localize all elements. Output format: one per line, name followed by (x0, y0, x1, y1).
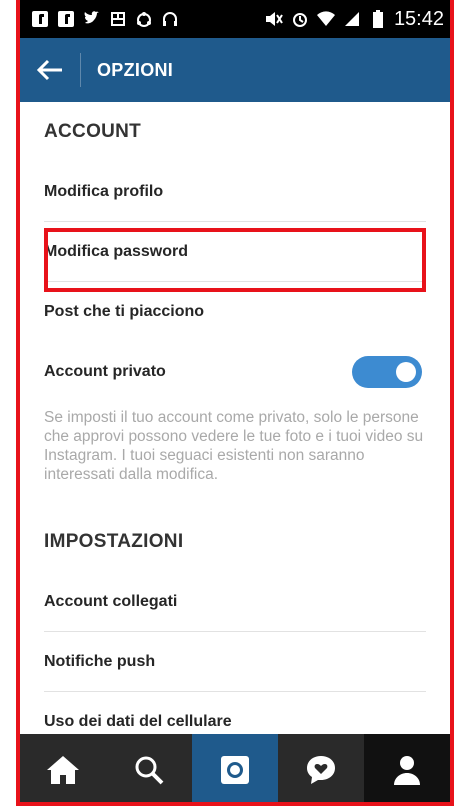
signal-icon (342, 9, 362, 29)
bottom-tab-bar (20, 734, 450, 802)
facebook-icon (56, 9, 76, 29)
section-header-account: ACCOUNT (44, 121, 142, 142)
back-button[interactable] (20, 38, 80, 102)
headphones-icon (160, 9, 180, 29)
toggle-knob (396, 362, 416, 382)
tab-profile[interactable] (364, 734, 450, 802)
twitter-icon (82, 9, 102, 29)
private-account-toggle[interactable] (352, 356, 422, 388)
activity-icon (307, 756, 335, 784)
tab-home[interactable] (20, 734, 106, 802)
private-account-description: Se imposti il tuo account come privato, … (44, 409, 424, 483)
push-notifications-item[interactable]: Notifiche push (44, 632, 426, 692)
settings-list: ACCOUNT Modifica profilo Modifica passwo… (20, 102, 450, 752)
private-account-row[interactable]: Account privato (20, 342, 450, 402)
camera-icon (221, 756, 249, 784)
private-account-label: Account privato (44, 363, 166, 380)
linked-accounts-item[interactable]: Account collegati (44, 572, 426, 632)
back-arrow-icon (36, 59, 62, 81)
profile-icon (394, 756, 420, 785)
tab-activity[interactable] (278, 734, 364, 802)
page-title: OPZIONI (97, 59, 174, 80)
ubuntu-icon (134, 9, 154, 29)
tab-camera[interactable] (192, 734, 278, 802)
photo-icon (108, 9, 128, 29)
battery-icon (368, 9, 388, 29)
appbar-divider (80, 53, 81, 87)
highlight-box (44, 228, 426, 292)
section-header-settings: IMPOSTAZIONI (44, 531, 184, 552)
app-bar: OPZIONI (20, 38, 450, 102)
search-icon (135, 756, 164, 785)
status-time: 15:42 (393, 7, 444, 30)
edit-profile-item[interactable]: Modifica profilo (44, 162, 426, 222)
wifi-icon (316, 9, 336, 29)
alarm-icon (290, 9, 310, 29)
status-bar: 15:42 (20, 0, 450, 38)
screen-frame: 15:42 OPZIONI ACCOUNT Modifica profilo M… (16, 0, 454, 806)
home-icon (47, 756, 79, 784)
facebook-icon (30, 9, 50, 29)
mute-icon (264, 9, 284, 29)
tab-search[interactable] (106, 734, 192, 802)
